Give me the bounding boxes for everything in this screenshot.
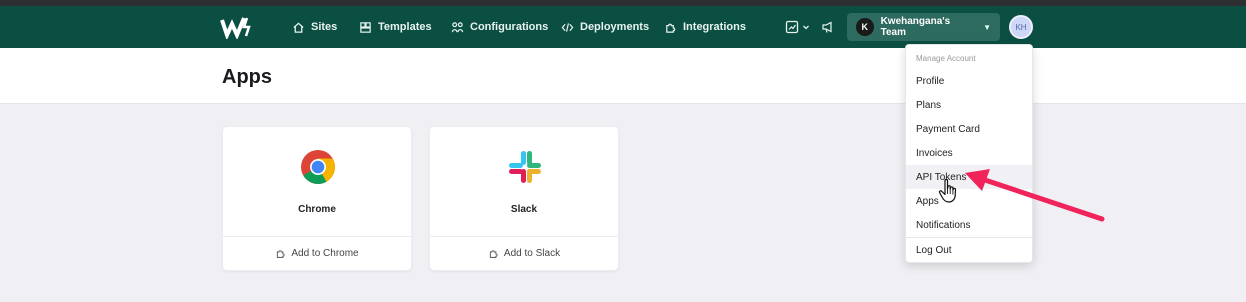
- analytics-dropdown-button[interactable]: [785, 18, 810, 36]
- templates-icon: [360, 21, 371, 33]
- add-to-chrome-button[interactable]: Add to Chrome: [223, 248, 411, 259]
- chevron-down-icon: ▼: [983, 22, 991, 32]
- account-dropdown-menu: Manage Account Profile Plans Payment Car…: [905, 44, 1033, 263]
- chevron-down-icon: [803, 25, 809, 30]
- card-divider: [430, 236, 618, 237]
- nav-item-label: Integrations: [683, 21, 746, 33]
- nav-item-sites[interactable]: Sites: [292, 19, 337, 35]
- chrome-icon: [301, 150, 335, 184]
- page-title: Apps: [222, 66, 272, 88]
- team-switcher-button[interactable]: K Kwehangana's Team ▼: [847, 13, 1000, 41]
- configurations-icon: [451, 21, 464, 32]
- card-divider: [223, 236, 411, 237]
- annotation-arrow-icon: [965, 169, 1105, 222]
- feedback-button[interactable]: [821, 18, 835, 36]
- team-avatar: K: [856, 18, 874, 36]
- menu-item-log-out[interactable]: Log Out: [906, 238, 1032, 262]
- code-icon: [561, 22, 574, 32]
- brand-logo-icon[interactable]: [220, 15, 254, 39]
- megaphone-icon: [822, 21, 832, 33]
- nav-item-label: Configurations: [470, 21, 549, 33]
- nav-item-configurations[interactable]: Configurations: [451, 19, 548, 35]
- add-to-slack-button[interactable]: Add to Slack: [430, 248, 618, 259]
- add-to-slack-label: Add to Slack: [503, 248, 561, 259]
- menu-section-label: Manage Account: [916, 54, 976, 63]
- app-card-chrome: Chrome Add to Chrome: [222, 126, 412, 271]
- menu-item-payment-card[interactable]: Payment Card: [906, 117, 1032, 141]
- puzzle-icon: [489, 250, 498, 258]
- nav-item-integrations[interactable]: Integrations: [664, 19, 746, 35]
- nav-item-label: Deployments: [580, 21, 650, 33]
- puzzle-icon: [277, 250, 285, 258]
- menu-item-profile[interactable]: Profile: [906, 69, 1032, 93]
- app-card-slack: Slack Add to Slack: [429, 126, 619, 271]
- top-navbar: Sites Templates Configurations Deploymen…: [0, 6, 1246, 48]
- chart-icon: [785, 20, 799, 34]
- hand-pointer-icon: [938, 178, 957, 203]
- app-name: Slack: [510, 204, 538, 215]
- puzzle-icon: [666, 23, 676, 33]
- nav-item-deployments[interactable]: Deployments: [561, 19, 649, 35]
- nav-item-label: Sites: [311, 21, 338, 33]
- menu-item-plans[interactable]: Plans: [906, 93, 1032, 117]
- team-name: Kwehangana's Team: [880, 16, 951, 38]
- slack-icon: [509, 151, 541, 183]
- user-avatar[interactable]: KH: [1009, 15, 1033, 39]
- app-name: Chrome: [298, 204, 336, 215]
- add-to-chrome-label: Add to Chrome: [291, 248, 359, 259]
- page-header: [0, 48, 1246, 104]
- nav-item-label: Templates: [378, 21, 432, 33]
- nav-item-templates[interactable]: Templates: [359, 19, 432, 35]
- home-icon: [293, 21, 304, 33]
- menu-item-invoices[interactable]: Invoices: [906, 141, 1032, 165]
